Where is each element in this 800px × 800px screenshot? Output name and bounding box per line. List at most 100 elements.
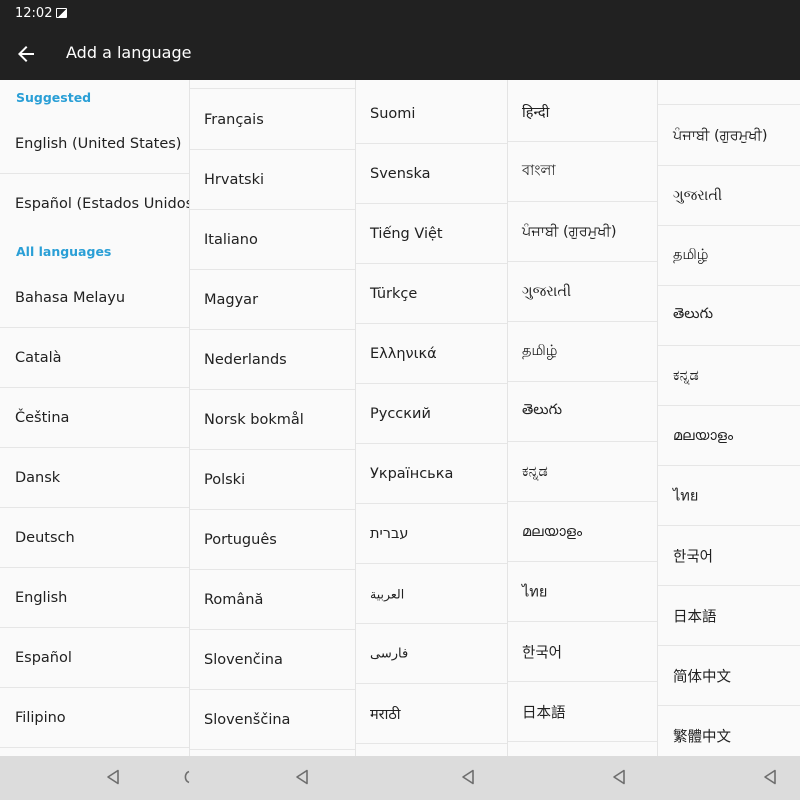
list-item[interactable]: English (United States) (0, 114, 190, 174)
screen: 12:02 Add a language Suggested English (… (0, 0, 800, 800)
list-item[interactable]: ไทย (508, 562, 658, 622)
list-item[interactable]: Ελληνικά (356, 324, 508, 384)
list-item-label: ਪੰਜਾਬੀ (ਗੁਰਮੁਖੀ) (673, 127, 768, 144)
list-item[interactable]: Català (0, 328, 190, 388)
list-item[interactable]: Filipino (0, 688, 190, 748)
list-item[interactable]: ಕನ್ನಡ (508, 442, 658, 502)
list-item-label: 한국어 (673, 549, 714, 565)
list-item-label: Suomi (370, 105, 416, 122)
list-item[interactable]: Slovenčina (190, 630, 356, 690)
list-item[interactable]: ગુજરાતી (508, 262, 658, 322)
list-item[interactable]: ไทย (658, 466, 800, 526)
list-item-label: Română (204, 591, 264, 608)
list-item[interactable]: Español (0, 628, 190, 688)
list-item[interactable]: Tiếng Việt (356, 204, 508, 264)
list-item-label: ಕನ್ನಡ (522, 463, 548, 480)
list-item[interactable]: العربية (356, 564, 508, 624)
list-item[interactable]: 한국어 (508, 622, 658, 682)
list-item-label: Русский (370, 405, 431, 422)
list-item[interactable]: తెలుగు (508, 382, 658, 442)
list-item-label: Português (204, 531, 277, 548)
list-item[interactable]: Čeština (0, 388, 190, 448)
list-item-label: Norsk bokmål (204, 411, 304, 428)
list-item-label: Español (15, 649, 72, 666)
list-item-label: ਪੰਜਾਬੀ (ਗੁਰਮੁਖੀ) (522, 223, 617, 240)
list-item[interactable]: ਪੰਜਾਬੀ (ਗੁਰਮੁਖੀ) (508, 202, 658, 262)
list-item[interactable]: தமிழ் (508, 322, 658, 382)
list-item[interactable]: ಕನ್ನಡ (658, 346, 800, 406)
list-item[interactable]: ગુજરાતી (658, 166, 800, 226)
list-item[interactable]: 日本語 (508, 682, 658, 742)
list-item-label: Українська (370, 465, 454, 482)
list-item-label: Svenska (370, 165, 431, 182)
list-item[interactable]: فارسی (356, 624, 508, 684)
list-item[interactable]: मराठी (356, 684, 508, 744)
list-item-label: Tiếng Việt (370, 225, 443, 242)
list-item-label: Polski (204, 471, 246, 488)
list-item[interactable]: Русский (356, 384, 508, 444)
list-item[interactable]: Українська (356, 444, 508, 504)
list-item[interactable]: Türkçe (356, 264, 508, 324)
list-item[interactable]: తెలుగు (658, 286, 800, 346)
list-item-label: 日本語 (522, 705, 566, 721)
list-item[interactable]: Română (190, 570, 356, 630)
list-item-label: English (United States) (15, 135, 182, 152)
list-item[interactable]: Dansk (0, 448, 190, 508)
list-item[interactable]: Français (190, 90, 356, 150)
list-item[interactable]: Hrvatski (190, 150, 356, 210)
list-item[interactable]: Magyar (190, 270, 356, 330)
list-item-label: Ελληνικά (370, 345, 437, 362)
list-item[interactable]: Norsk bokmål (190, 390, 356, 450)
list-item-label: العربية (370, 586, 405, 601)
list-item-label: Español (Estados Unidos) (15, 196, 190, 212)
back-arrow-icon[interactable] (14, 42, 38, 66)
list-item[interactable]: עברית (356, 504, 508, 564)
list-item-label: தமிழ் (673, 246, 709, 263)
list-item-label: Français (204, 111, 264, 128)
list-item-label: Türkçe (370, 285, 418, 302)
list-item-label: ગુજરાતી (673, 187, 723, 204)
list-item[interactable]: বাংলা (508, 142, 658, 202)
list-item[interactable]: Polski (190, 450, 356, 510)
list-item[interactable]: Bahasa Melayu (0, 268, 190, 328)
list-item-label: ગુજરાતી (522, 283, 572, 300)
list-item[interactable]: മലയാളം (508, 502, 658, 562)
list-item[interactable]: Nederlands (190, 330, 356, 390)
list-item[interactable]: 한국어 (658, 526, 800, 586)
nav-home-icon[interactable] (180, 769, 194, 784)
list-item[interactable]: Deutsch (0, 508, 190, 568)
list-item[interactable]: 日本語 (658, 586, 800, 646)
list-item-label: 日本語 (673, 609, 717, 625)
list-item[interactable]: 繁體中文 (658, 706, 800, 756)
list-item[interactable]: हिन्दी (508, 82, 658, 142)
list-item[interactable]: Português (190, 510, 356, 570)
navigation-bar (0, 756, 800, 800)
language-list-column-2[interactable]: Français Hrvatski Italiano Magyar Nederl… (190, 80, 356, 756)
list-item[interactable]: Suomi (356, 84, 508, 144)
list-item-label: മലയാളം (522, 523, 583, 540)
list-item[interactable]: ਪੰਜਾਬੀ (ਗੁਰਮੁਖੀ) (658, 106, 800, 166)
list-item-label: తెలుగు (673, 305, 714, 322)
language-list-column-5[interactable]: ਪੰਜਾਬੀ (ਗੁਰਮੁਖੀ) ગુજરાતી தமிழ் తెలుగు ಕನ… (658, 80, 800, 756)
list-item-label: Deutsch (15, 529, 75, 546)
app-bar: Add a language (0, 28, 800, 80)
language-list-column-3[interactable]: Suomi Svenska Tiếng Việt Türkçe Ελληνικά… (356, 80, 508, 756)
list-item[interactable]: Svenska (356, 144, 508, 204)
list-item-label: فارسی (370, 646, 409, 661)
language-list-column-4[interactable]: हिन्दी বাংলা ਪੰਜਾਬੀ (ਗੁਰਮੁਖੀ) ગુજરાતી தம… (508, 80, 658, 756)
list-item-label: 한국어 (522, 645, 563, 661)
language-list-column-1[interactable]: Suggested English (United States) Españo… (0, 80, 190, 756)
list-item-label: മലയാളം (673, 427, 734, 444)
list-item[interactable]: Slovenščina (190, 690, 356, 750)
list-item[interactable]: Italiano (190, 210, 356, 270)
list-item-label: Slovenčina (204, 651, 283, 668)
list-item[interactable]: English (0, 568, 190, 628)
list-item[interactable]: தமிழ் (658, 226, 800, 286)
list-item[interactable]: Español (Estados Unidos) (0, 174, 190, 234)
list-item-label: Magyar (204, 291, 259, 308)
status-bar: 12:02 (0, 0, 800, 28)
list-item[interactable]: 简体中文 (658, 646, 800, 706)
list-item-label: Italiano (204, 231, 258, 248)
list-item-label: বাংলা (522, 162, 556, 179)
list-item[interactable]: മലയാളം (658, 406, 800, 466)
